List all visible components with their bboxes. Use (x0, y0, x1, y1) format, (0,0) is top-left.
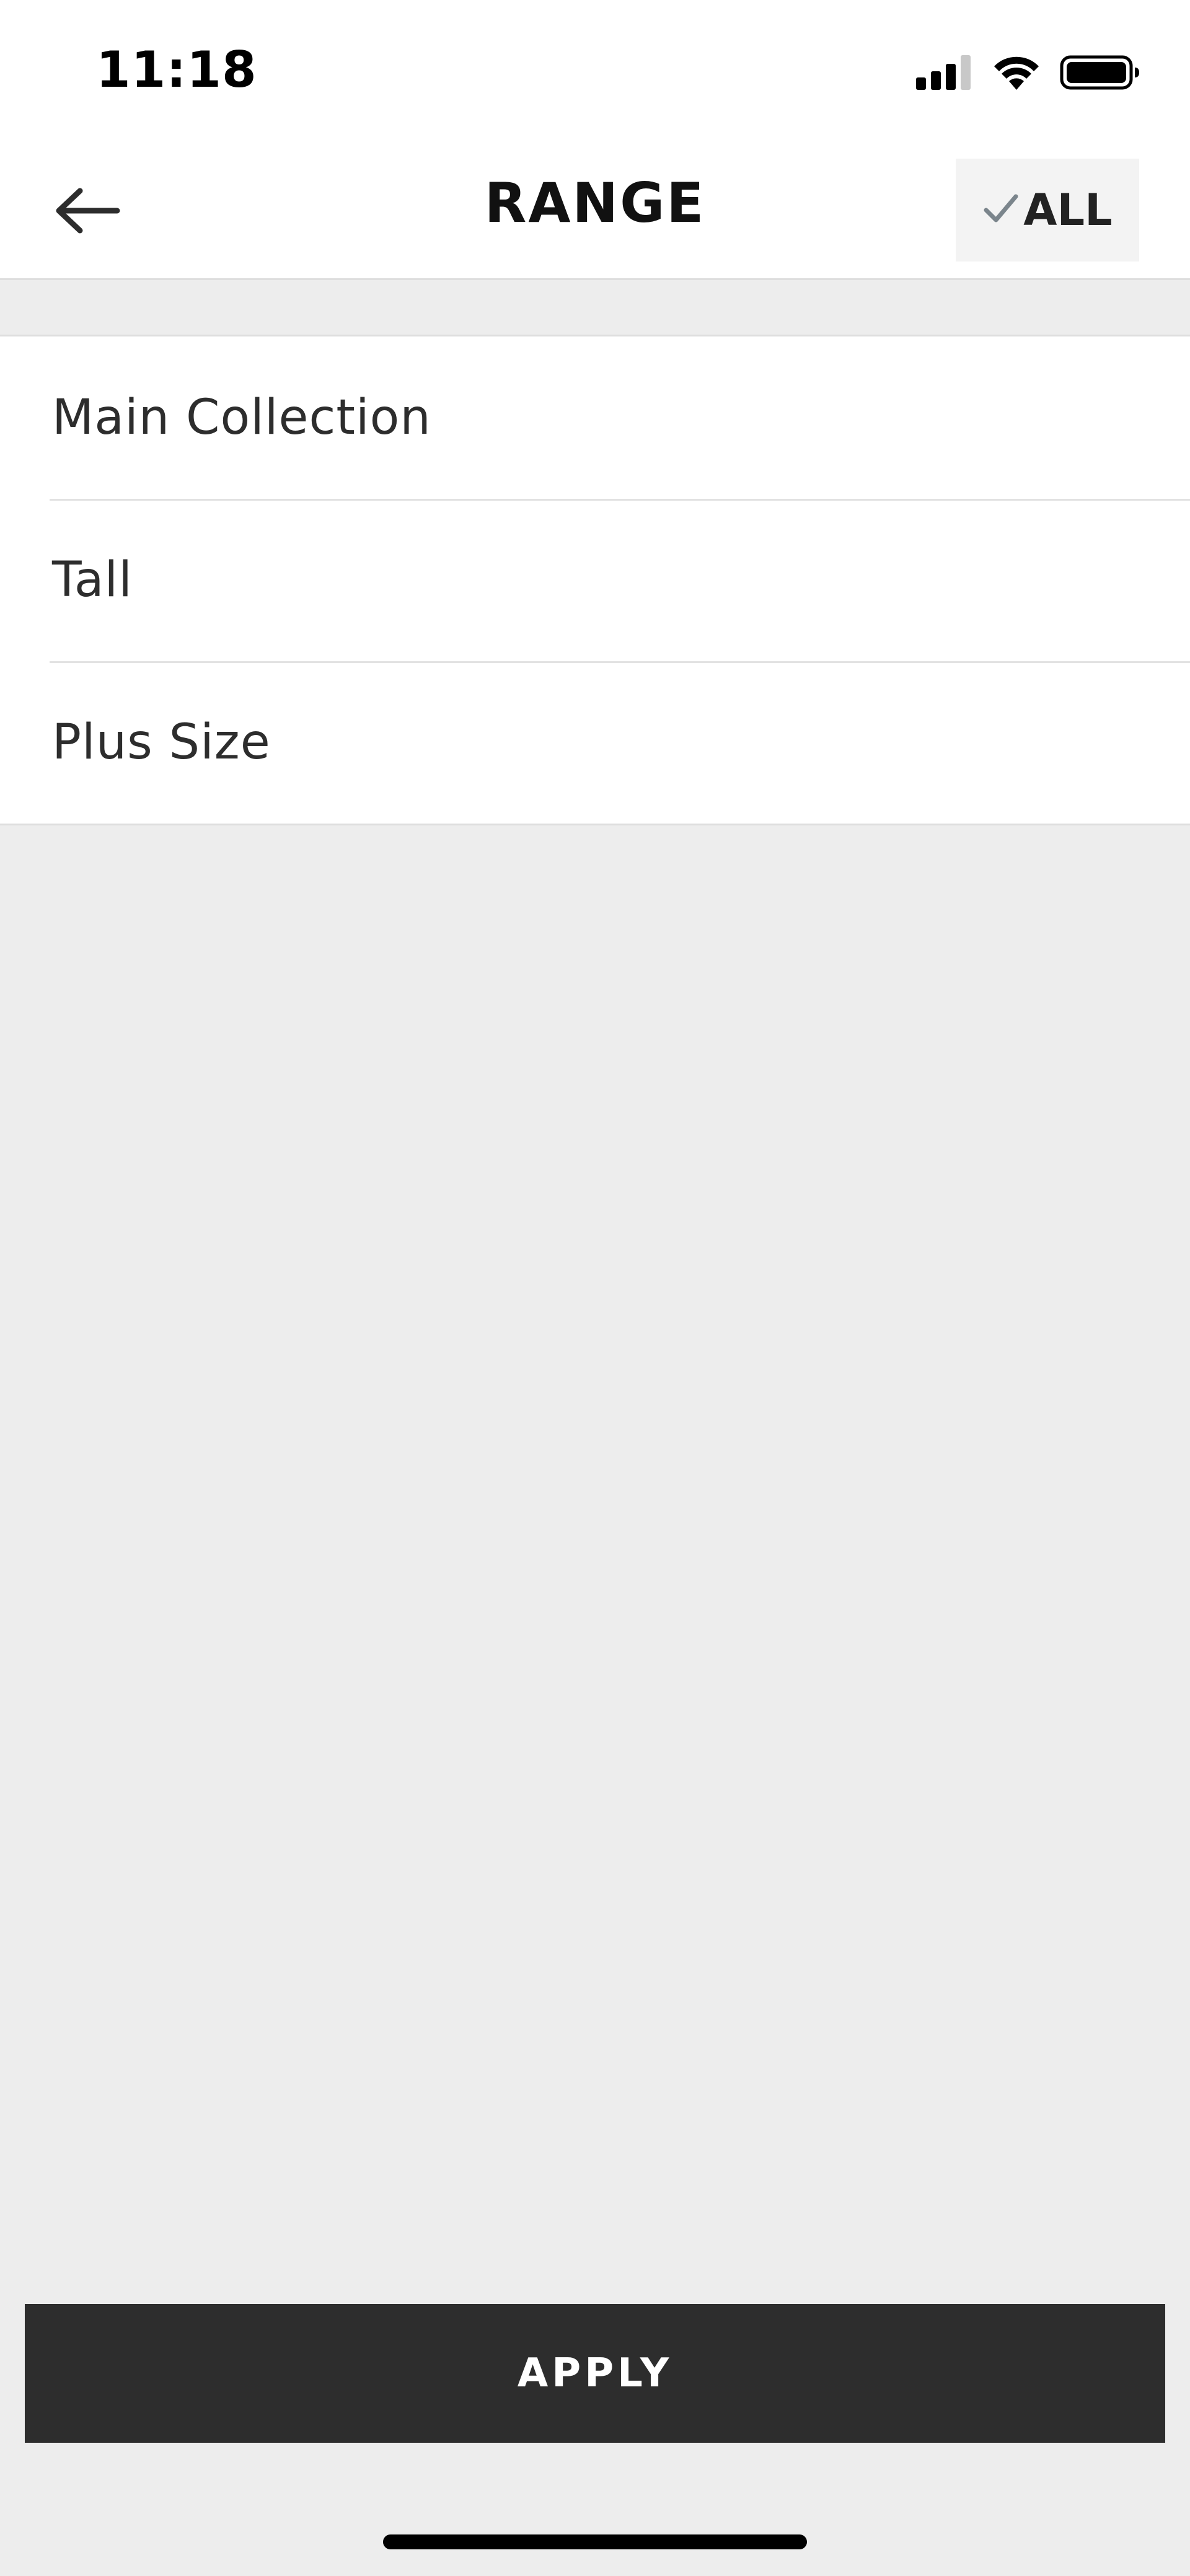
checkmark-icon (982, 190, 1020, 230)
filter-option-label: Tall (52, 552, 133, 608)
arrow-left-icon (53, 186, 121, 238)
filter-option-label: Main Collection (52, 390, 431, 446)
battery-icon (1060, 54, 1140, 94)
cellular-signal-icon (916, 54, 973, 94)
nav-bar: RANGE ALL (0, 131, 1190, 280)
status-icons (916, 52, 1140, 95)
select-all-button[interactable]: ALL (956, 159, 1139, 262)
status-time: 11:18 (96, 41, 257, 99)
filter-option-main-collection[interactable]: Main Collection (0, 336, 1190, 499)
back-button[interactable] (43, 169, 130, 255)
filter-option-label: Plus Size (52, 714, 271, 770)
filter-option-plus-size[interactable]: Plus Size (0, 661, 1190, 824)
filter-option-tall[interactable]: Tall (0, 499, 1190, 661)
range-filter-list: Main Collection Tall Plus Size (0, 335, 1190, 825)
apply-button[interactable]: APPLY (25, 2304, 1165, 2443)
status-bar: 11:18 (0, 0, 1190, 131)
select-all-label: ALL (1023, 185, 1113, 235)
home-indicator (383, 2534, 807, 2549)
wifi-icon (992, 54, 1041, 94)
